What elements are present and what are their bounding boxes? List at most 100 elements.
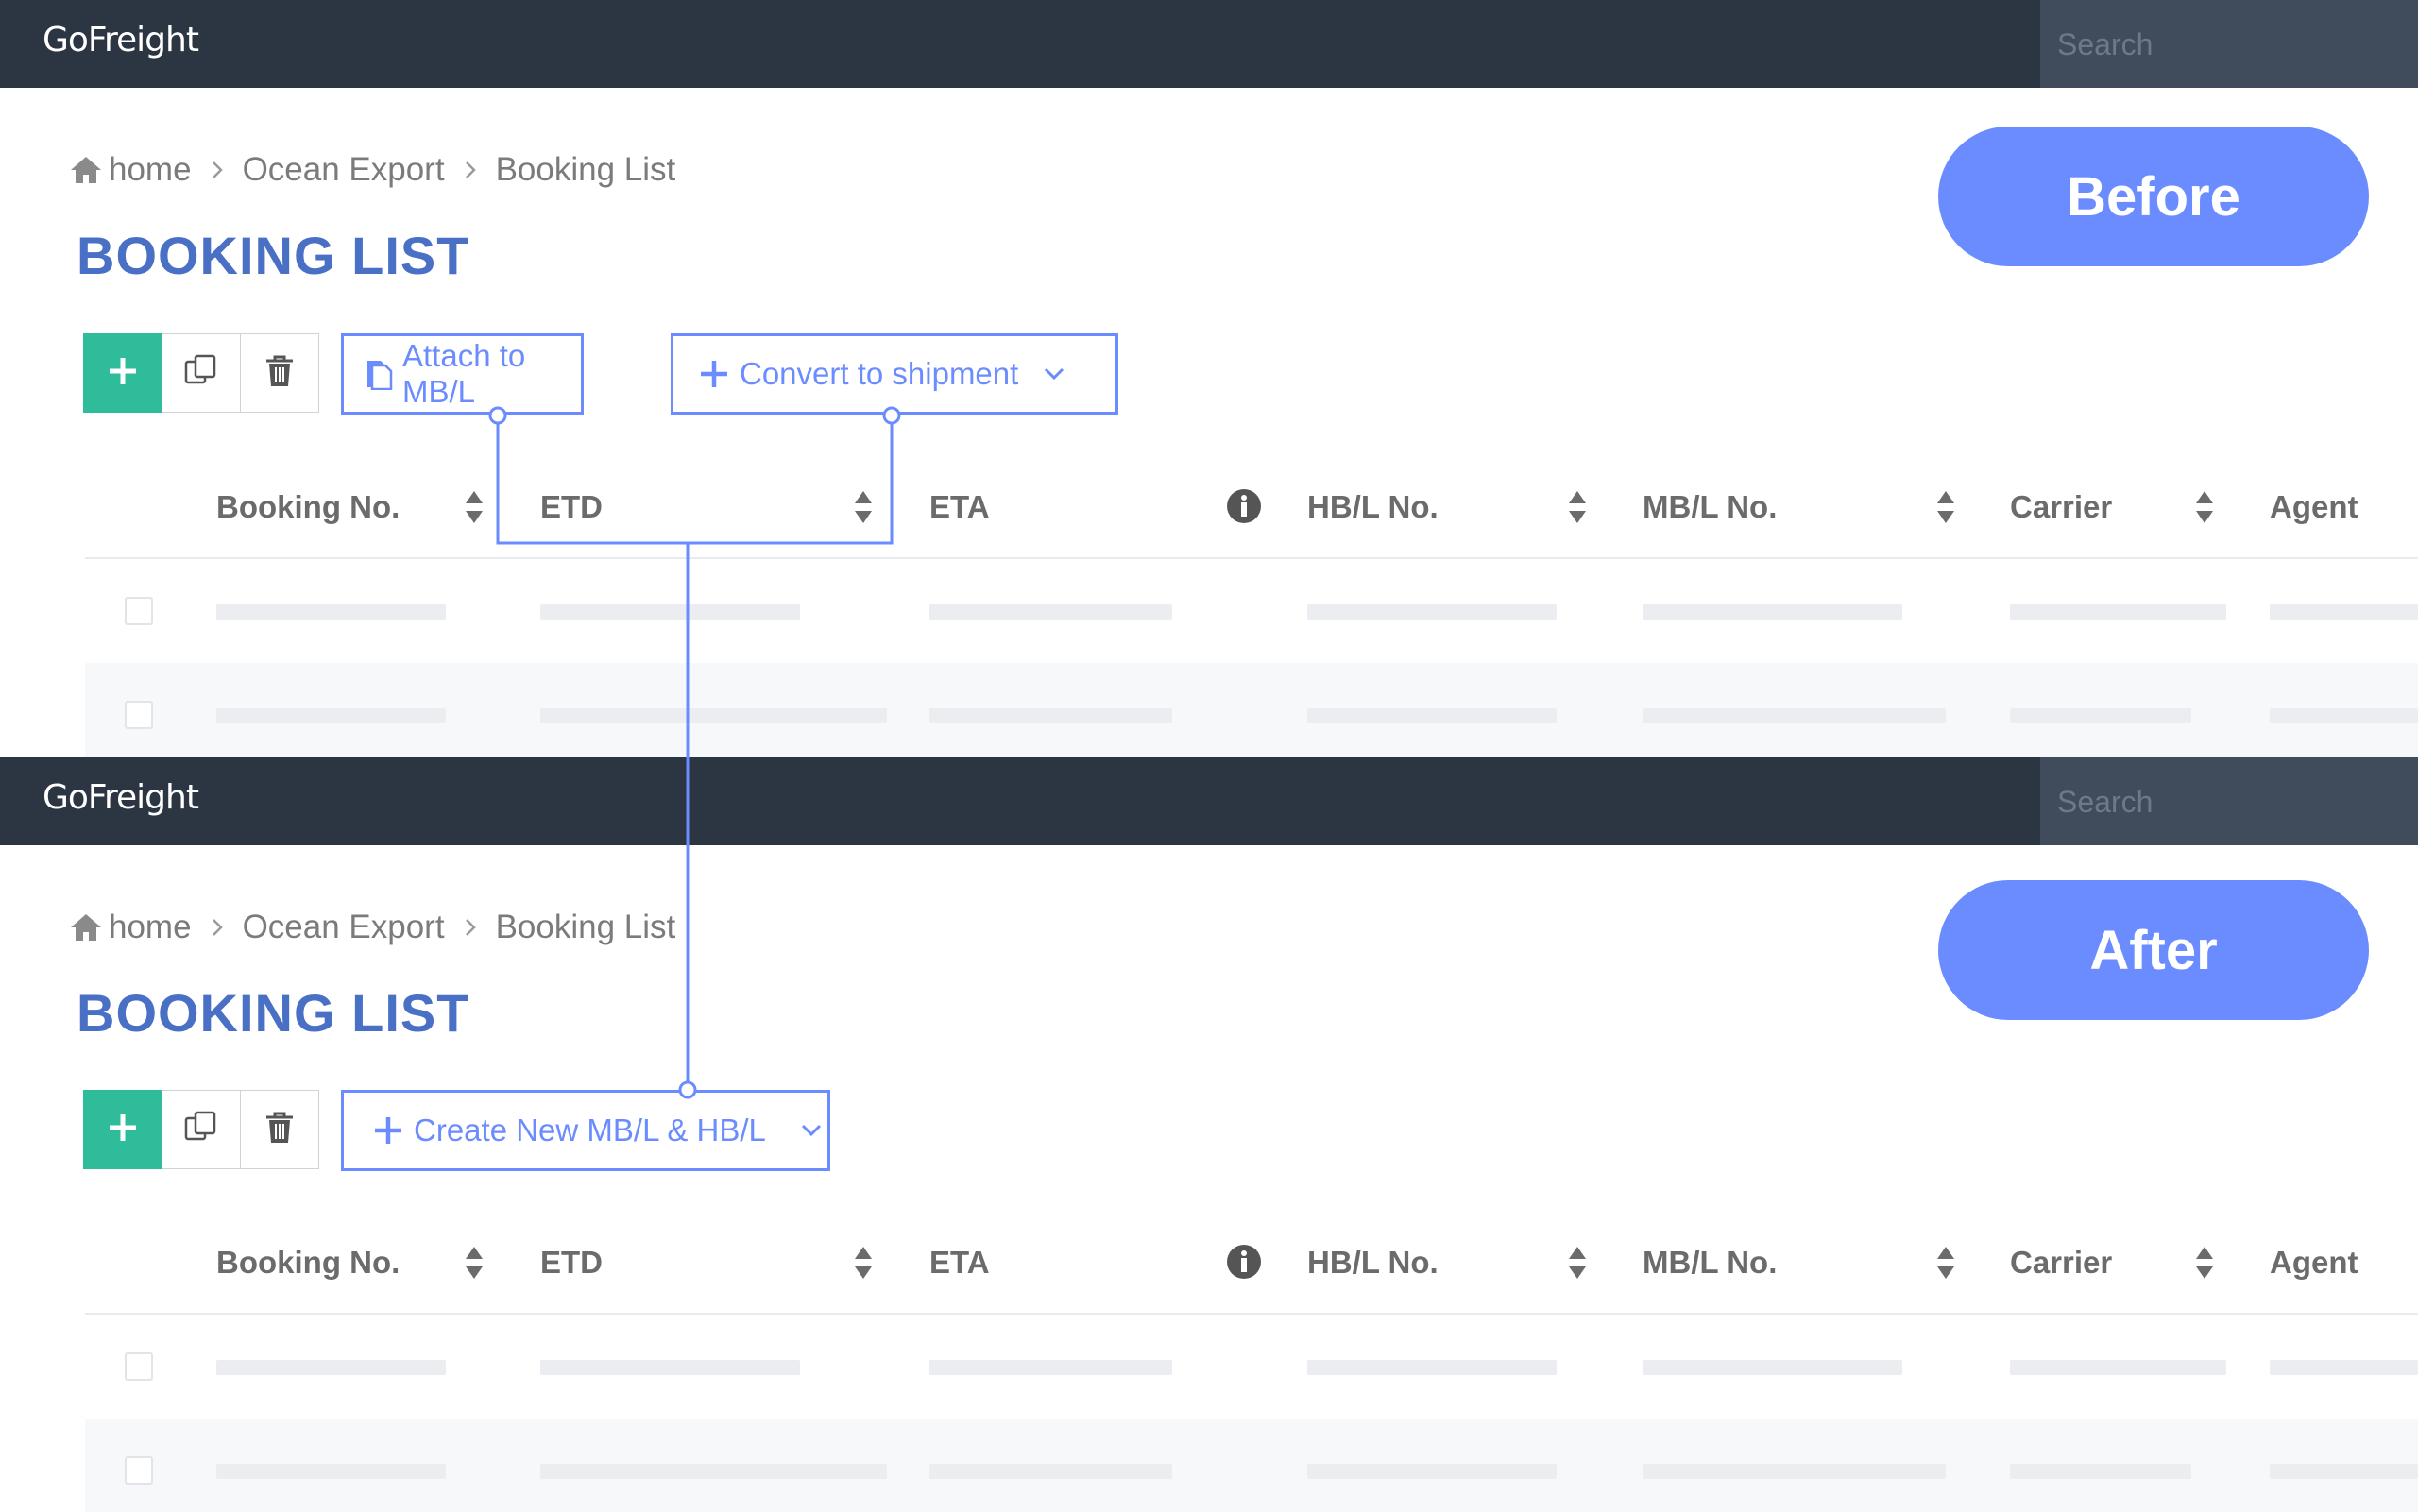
- convert-to-shipment-button[interactable]: Convert to shipment: [671, 333, 1118, 415]
- home-icon: [69, 155, 103, 185]
- chevron-down-icon: [1043, 366, 1065, 382]
- toolbar: [83, 1090, 319, 1169]
- info-icon[interactable]: [1225, 487, 1263, 525]
- breadcrumb-home[interactable]: home: [109, 909, 192, 946]
- sort-icon[interactable]: [854, 489, 873, 525]
- row-placeholder: [216, 604, 446, 620]
- create-new-mbl-hbl-label: Create New MB/L & HB/L: [414, 1113, 766, 1147]
- app-logo[interactable]: GoFreight: [43, 21, 199, 59]
- table-row[interactable]: [85, 559, 2418, 663]
- column-agent[interactable]: Agent: [2270, 489, 2358, 525]
- sort-icon[interactable]: [1568, 489, 1587, 525]
- create-new-mbl-hbl-button[interactable]: Create New MB/L & HB/L: [341, 1090, 830, 1171]
- after-label: After: [1938, 880, 2369, 1020]
- add-button[interactable]: [83, 333, 162, 413]
- row-placeholder: [2010, 1464, 2191, 1479]
- chevron-right-icon: [464, 917, 477, 938]
- sort-icon[interactable]: [1936, 1245, 1955, 1281]
- attach-to-mbl-button[interactable]: Attach to MB/L: [341, 333, 584, 415]
- row-placeholder: [540, 604, 800, 620]
- chevron-right-icon: [211, 917, 224, 938]
- row-placeholder: [216, 1464, 446, 1479]
- table-row[interactable]: [85, 1315, 2418, 1419]
- search-box: [2040, 0, 2418, 88]
- search-input[interactable]: [2057, 24, 2397, 65]
- row-placeholder: [1643, 1360, 1902, 1375]
- row-placeholder: [2270, 1360, 2418, 1375]
- search-input[interactable]: [2057, 781, 2397, 823]
- column-etd[interactable]: ETD: [540, 1245, 603, 1281]
- table-row[interactable]: [85, 663, 2418, 757]
- row-placeholder: [1307, 708, 1557, 723]
- row-placeholder: [2010, 604, 2226, 620]
- row-checkbox[interactable]: [125, 701, 153, 729]
- sort-icon[interactable]: [465, 489, 484, 525]
- row-checkbox[interactable]: [125, 1456, 153, 1485]
- row-placeholder: [929, 1464, 1172, 1479]
- breadcrumb-booking-list: Booking List: [495, 151, 676, 188]
- breadcrumb: home Ocean Export Booking List: [69, 904, 675, 951]
- plus-icon: [698, 358, 730, 390]
- breadcrumb-booking-list: Booking List: [495, 909, 676, 945]
- column-hbl-no[interactable]: HB/L No.: [1307, 489, 1439, 525]
- row-placeholder: [1643, 708, 1946, 723]
- sort-icon[interactable]: [854, 1245, 873, 1281]
- breadcrumb-ocean-export[interactable]: Ocean Export: [243, 151, 445, 189]
- column-etd[interactable]: ETD: [540, 489, 603, 525]
- row-placeholder: [2270, 708, 2418, 723]
- row-placeholder: [1307, 1464, 1557, 1479]
- top-navbar: GoFreight: [0, 757, 2418, 845]
- column-mbl-no[interactable]: MB/L No.: [1643, 1245, 1777, 1281]
- after-panel: GoFreight home Ocean Export Booking List…: [0, 757, 2418, 1512]
- delete-button[interactable]: [240, 333, 319, 413]
- sort-icon[interactable]: [1568, 1245, 1587, 1281]
- sort-icon[interactable]: [1936, 489, 1955, 525]
- column-carrier[interactable]: Carrier: [2010, 1245, 2112, 1281]
- add-button[interactable]: [83, 1090, 162, 1169]
- copy-icon: [182, 352, 220, 395]
- delete-button[interactable]: [240, 1090, 319, 1169]
- info-icon[interactable]: [1225, 1243, 1263, 1281]
- breadcrumb-ocean-export[interactable]: Ocean Export: [243, 909, 445, 946]
- chevron-down-icon: [800, 1123, 823, 1138]
- sort-icon[interactable]: [465, 1245, 484, 1281]
- copy-button[interactable]: [162, 333, 241, 413]
- column-carrier[interactable]: Carrier: [2010, 489, 2112, 525]
- row-placeholder: [1643, 1464, 1946, 1479]
- row-placeholder: [540, 708, 887, 723]
- row-checkbox[interactable]: [125, 1352, 153, 1381]
- column-booking-no[interactable]: Booking No.: [216, 489, 400, 525]
- table-row[interactable]: [85, 1419, 2418, 1512]
- before-label: Before: [1938, 127, 2369, 266]
- breadcrumb-home[interactable]: home: [109, 151, 192, 189]
- trash-icon: [263, 352, 297, 395]
- row-placeholder: [540, 1360, 800, 1375]
- column-eta[interactable]: ETA: [929, 1245, 990, 1281]
- row-checkbox[interactable]: [125, 597, 153, 625]
- row-placeholder: [929, 1360, 1172, 1375]
- plus-icon: [106, 354, 140, 393]
- column-hbl-no[interactable]: HB/L No.: [1307, 1245, 1439, 1281]
- convert-to-shipment-label: Convert to shipment: [740, 356, 1019, 391]
- column-agent[interactable]: Agent: [2270, 1245, 2358, 1281]
- row-placeholder: [216, 1360, 446, 1375]
- row-placeholder: [1307, 604, 1557, 620]
- attach-to-mbl-label: Attach to MB/L: [402, 338, 526, 409]
- copy-icon: [182, 1109, 220, 1151]
- sort-icon[interactable]: [2195, 489, 2214, 525]
- document-icon: [365, 358, 393, 390]
- app-logo[interactable]: GoFreight: [43, 778, 199, 817]
- column-eta[interactable]: ETA: [929, 489, 990, 525]
- home-icon: [69, 912, 103, 943]
- column-booking-no[interactable]: Booking No.: [216, 1245, 400, 1281]
- breadcrumb: home Ocean Export Booking List: [69, 146, 675, 194]
- sort-icon[interactable]: [2195, 1245, 2214, 1281]
- row-placeholder: [216, 708, 446, 723]
- copy-button[interactable]: [162, 1090, 241, 1169]
- column-mbl-no[interactable]: MB/L No.: [1643, 489, 1777, 525]
- plus-icon: [106, 1111, 140, 1149]
- chevron-right-icon: [211, 160, 224, 180]
- row-placeholder: [1643, 604, 1902, 620]
- row-placeholder: [2010, 1360, 2226, 1375]
- before-panel: GoFreight home Ocean Export Booking List…: [0, 0, 2418, 757]
